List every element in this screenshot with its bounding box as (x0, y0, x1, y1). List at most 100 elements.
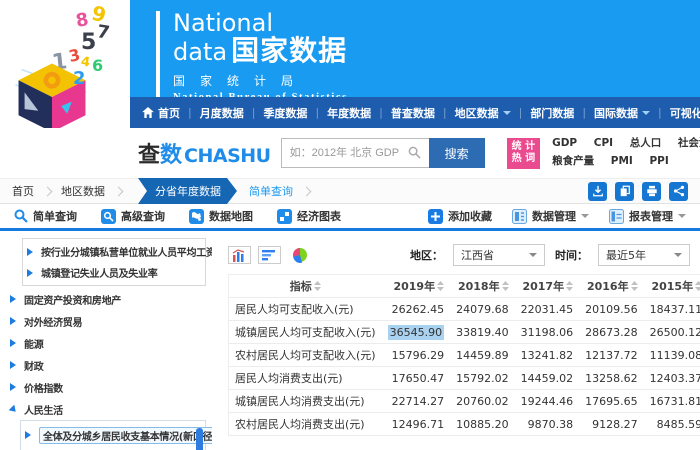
sort-icon (631, 281, 638, 291)
chevron-down-icon (581, 214, 589, 222)
print-button[interactable] (642, 182, 661, 201)
hot-word-cpi[interactable]: CPI (594, 137, 613, 149)
sidebar-item-fixed-assets[interactable]: 固定资产投资和房地产 (10, 288, 212, 310)
cell-value[interactable]: 26500.12 (644, 321, 700, 344)
time-select[interactable]: 最近5年 (598, 244, 690, 266)
cell-value[interactable]: 11139.08 (644, 344, 700, 367)
chevron-down-icon (678, 214, 686, 222)
nav-item-census[interactable]: 普查数据 (371, 105, 435, 121)
sidebar-item-income-basic-selected[interactable]: 全体及分城乡居民收支基本情况(新口径) (25, 424, 195, 446)
cell-value[interactable]: 20760.02 (450, 390, 515, 413)
cell-value[interactable]: 15796.29 (382, 344, 451, 367)
cell-value[interactable]: 26262.45 (382, 298, 451, 321)
cell-value[interactable]: 24079.68 (450, 298, 515, 321)
cell-value[interactable]: 12403.37 (644, 367, 700, 390)
region-select[interactable]: 江西省 (453, 244, 545, 266)
chevron-down-icon (674, 253, 682, 261)
sidebar-item-foreign-trade[interactable]: 对外经济贸易 (10, 310, 212, 332)
share-button[interactable] (669, 182, 688, 201)
nav-item-regional[interactable]: 地区数据 (435, 105, 511, 121)
pie-chart-view-button[interactable] (288, 246, 311, 264)
column-header-indicator[interactable]: 指标 (229, 275, 382, 298)
cell-value-highlighted[interactable]: 36545.90 (382, 321, 451, 344)
nav-item-department[interactable]: 部门数据 (511, 105, 575, 121)
sidebar-item-people-life[interactable]: 人民生活 (10, 398, 212, 420)
sidebar-item-unemployment[interactable]: 城镇登记失业人员及失业率 (27, 262, 201, 283)
column-header-2018[interactable]: 2018年 (450, 275, 515, 298)
cell-value[interactable]: 22714.27 (382, 390, 451, 413)
falling-number: 7 (96, 23, 111, 43)
cell-value[interactable]: 17650.47 (382, 367, 451, 390)
cell-value[interactable]: 19244.46 (515, 390, 580, 413)
breadcrumb-active-tab[interactable]: 分省年度数据 (138, 178, 237, 204)
column-header-2016[interactable]: 2016年 (579, 275, 644, 298)
copy-button[interactable] (615, 182, 634, 201)
sidebar-subgroup-employment: 按行业分城镇私营单位就业人员平均工资 城镇登记失业人员及失业率 (22, 238, 206, 286)
search-button[interactable]: 搜索 (429, 138, 485, 168)
column-header-2017[interactable]: 2017年 (515, 275, 580, 298)
bar-chart-view-button[interactable] (228, 246, 251, 264)
triangle-expanded-icon (9, 404, 22, 417)
download-icon (592, 185, 604, 197)
cell-value[interactable]: 15792.02 (450, 367, 515, 390)
cell-value[interactable]: 10885.20 (450, 413, 515, 436)
report-manage-menu[interactable]: 报表管理 (609, 208, 686, 224)
hot-word-ppi[interactable]: PPI (649, 155, 668, 167)
sidebar-item-price-index[interactable]: 价格指数 (10, 376, 212, 398)
nav-item-visualization[interactable]: 可视化产品 (650, 105, 700, 121)
sidebar-item-private-wage[interactable]: 按行业分城镇私营单位就业人员平均工资 (27, 241, 201, 262)
cell-value[interactable]: 12137.72 (579, 344, 644, 367)
data-map-tab[interactable]: 数据地图 (189, 208, 253, 224)
hot-word-population[interactable]: 总人口 (630, 137, 662, 149)
column-header-2015[interactable]: 2015年 (644, 275, 700, 298)
nav-item-home[interactable]: 首页 (142, 105, 180, 121)
cell-value[interactable]: 13241.82 (515, 344, 580, 367)
nav-item-annual[interactable]: 年度数据 (307, 105, 371, 121)
sidebar-item-energy[interactable]: 能源 (10, 332, 212, 354)
sort-icon (314, 281, 321, 291)
data-manage-menu[interactable]: 数据管理 (512, 208, 589, 224)
search-input[interactable] (281, 138, 429, 168)
breadcrumb-home[interactable]: 首页 (12, 183, 34, 199)
triangle-icon (10, 361, 20, 369)
nav-item-monthly[interactable]: 月度数据 (180, 105, 244, 121)
cell-value[interactable]: 16731.81 (644, 390, 700, 413)
cell-value[interactable]: 8485.59 (644, 413, 700, 436)
hot-word-retail[interactable]: 社会消费品零售总额 (678, 137, 700, 149)
cell-value[interactable]: 9870.38 (515, 413, 580, 436)
cell-value[interactable]: 20109.56 (579, 298, 644, 321)
cell-value[interactable]: 22031.45 (515, 298, 580, 321)
cell-value[interactable]: 31198.06 (515, 321, 580, 344)
hot-word-grain[interactable]: 粮食产量 (552, 155, 594, 167)
cell-value[interactable]: 14459.89 (450, 344, 515, 367)
hot-word-gdp[interactable]: GDP (552, 137, 577, 149)
cell-value[interactable]: 14459.02 (515, 367, 580, 390)
brand-line2-cn: 国家数据 (231, 36, 347, 65)
chevron-down-icon (529, 253, 537, 261)
economic-charts-tab[interactable]: 经济图表 (277, 208, 341, 224)
nav-item-quarterly[interactable]: 季度数据 (244, 105, 308, 121)
sidebar-scrollbar[interactable] (196, 428, 203, 450)
cell-value[interactable]: 28673.28 (579, 321, 644, 344)
sidebar-item-savings[interactable]: 城乡居民人民币储蓄存款(年底余额) (25, 446, 195, 450)
hot-word-pmi[interactable]: PMI (611, 155, 633, 167)
cell-value[interactable]: 13258.62 (579, 367, 644, 390)
breadcrumb-regional-data[interactable]: 地区数据 (61, 183, 105, 199)
cell-value[interactable]: 12496.71 (382, 413, 451, 436)
breadcrumb-simple-query[interactable]: 简单查询 (249, 183, 293, 199)
advanced-query-tab[interactable]: 高级查询 (101, 208, 165, 224)
column-header-2019[interactable]: 2019年 (382, 275, 451, 298)
sidebar-item-finance[interactable]: 财政 (10, 354, 212, 376)
hbar-chart-view-button[interactable] (258, 246, 281, 264)
indicator-data-table: 指标 2019年 2018年 2017年 2016年 2015年 居民人均可支配… (228, 274, 700, 436)
cell-value[interactable]: 17695.65 (579, 390, 644, 413)
nav-item-international[interactable]: 国际数据 (574, 105, 650, 121)
simple-query-tab[interactable]: 简单查询 (14, 208, 77, 224)
cell-value[interactable]: 9128.27 (579, 413, 644, 436)
cell-value[interactable]: 18437.11 (644, 298, 700, 321)
cell-value[interactable]: 33819.40 (450, 321, 515, 344)
home-icon (142, 107, 154, 118)
cube-logo-icon (4, 62, 100, 128)
download-button[interactable] (588, 182, 607, 201)
add-favorite-button[interactable]: 添加收藏 (428, 208, 492, 224)
